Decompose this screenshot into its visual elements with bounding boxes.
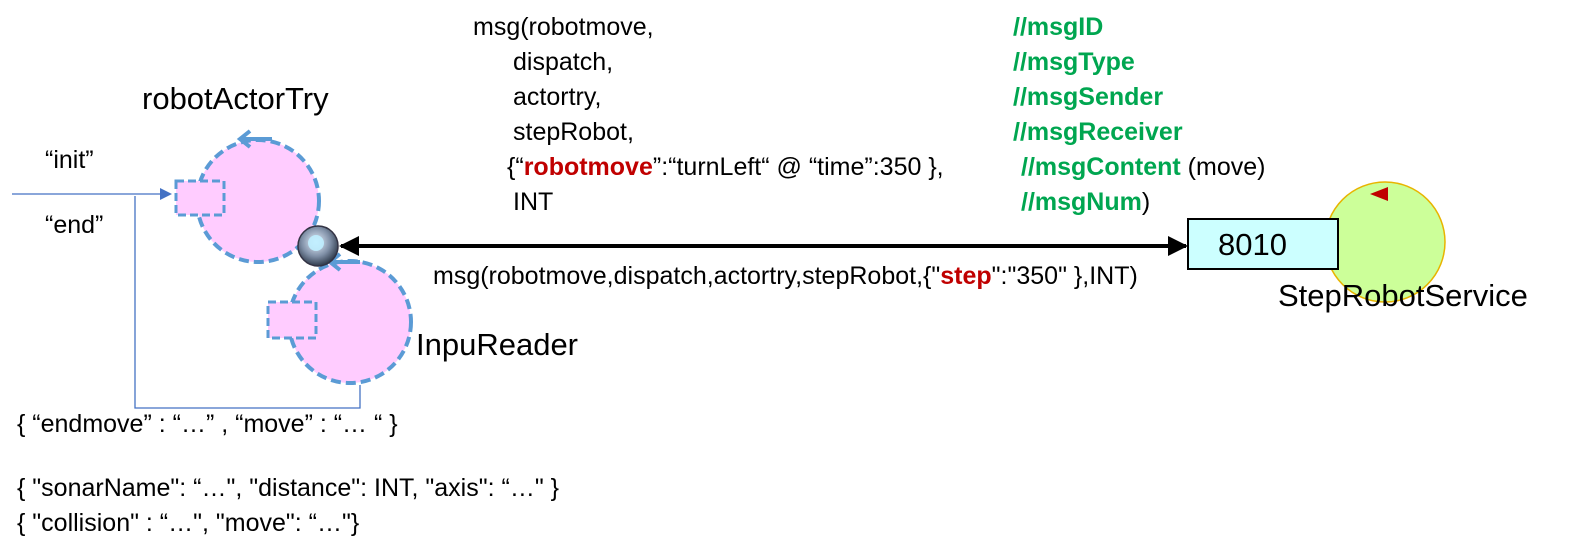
actor-robotactortry-port [174,179,226,217]
msg-example: msg(robotmove,dispatch,actortry,stepRobo… [433,262,1138,290]
actor-inpureader-port [266,300,318,340]
port-number-label: 8010 [1218,227,1287,262]
service-steprobot-label: StepRobotService [1278,278,1528,313]
msg-spec-content-line: {“robotmove”:“turnLeft“ @ “time”:350 }, [507,153,944,181]
comment-msgsender: //msgSender [1013,83,1164,111]
msg-spec-line: dispatch, [513,48,614,76]
content-key: robotmove [523,153,653,181]
input-arrowhead [160,188,172,200]
msg-example-key: step [940,262,992,290]
msg-spec-line: actortry, [513,83,602,111]
comment-msgcontent: //msgContent (move) [1021,153,1266,181]
init-event-label: “init” [45,146,94,174]
event-payload-sonar: { "sonarName": “…", "distance": INT, "ax… [17,474,559,502]
comment-msgreceiver: //msgReceiver [1013,118,1183,146]
event-payload-endmove: { “endmove” : “…” , “move” : “… “ } [17,410,398,438]
comment-msgtype: //msgType [1013,48,1135,76]
comment-msgnum: //msgNum) [1021,188,1151,216]
msg-spec-line: stepRobot, [513,118,634,146]
actor-inpureader-label: InpuReader [416,327,579,362]
msg-spec-line: msg(robotmove, [473,13,654,41]
msg-spec-line: INT [513,188,554,216]
end-event-label: “end” [45,211,104,239]
comment-msgid: //msgID [1013,13,1104,41]
event-payload-collision: { "collision" : “…", "move": “…"} [17,509,360,537]
actor-robotactortry-label: robotActorTry [142,81,329,116]
